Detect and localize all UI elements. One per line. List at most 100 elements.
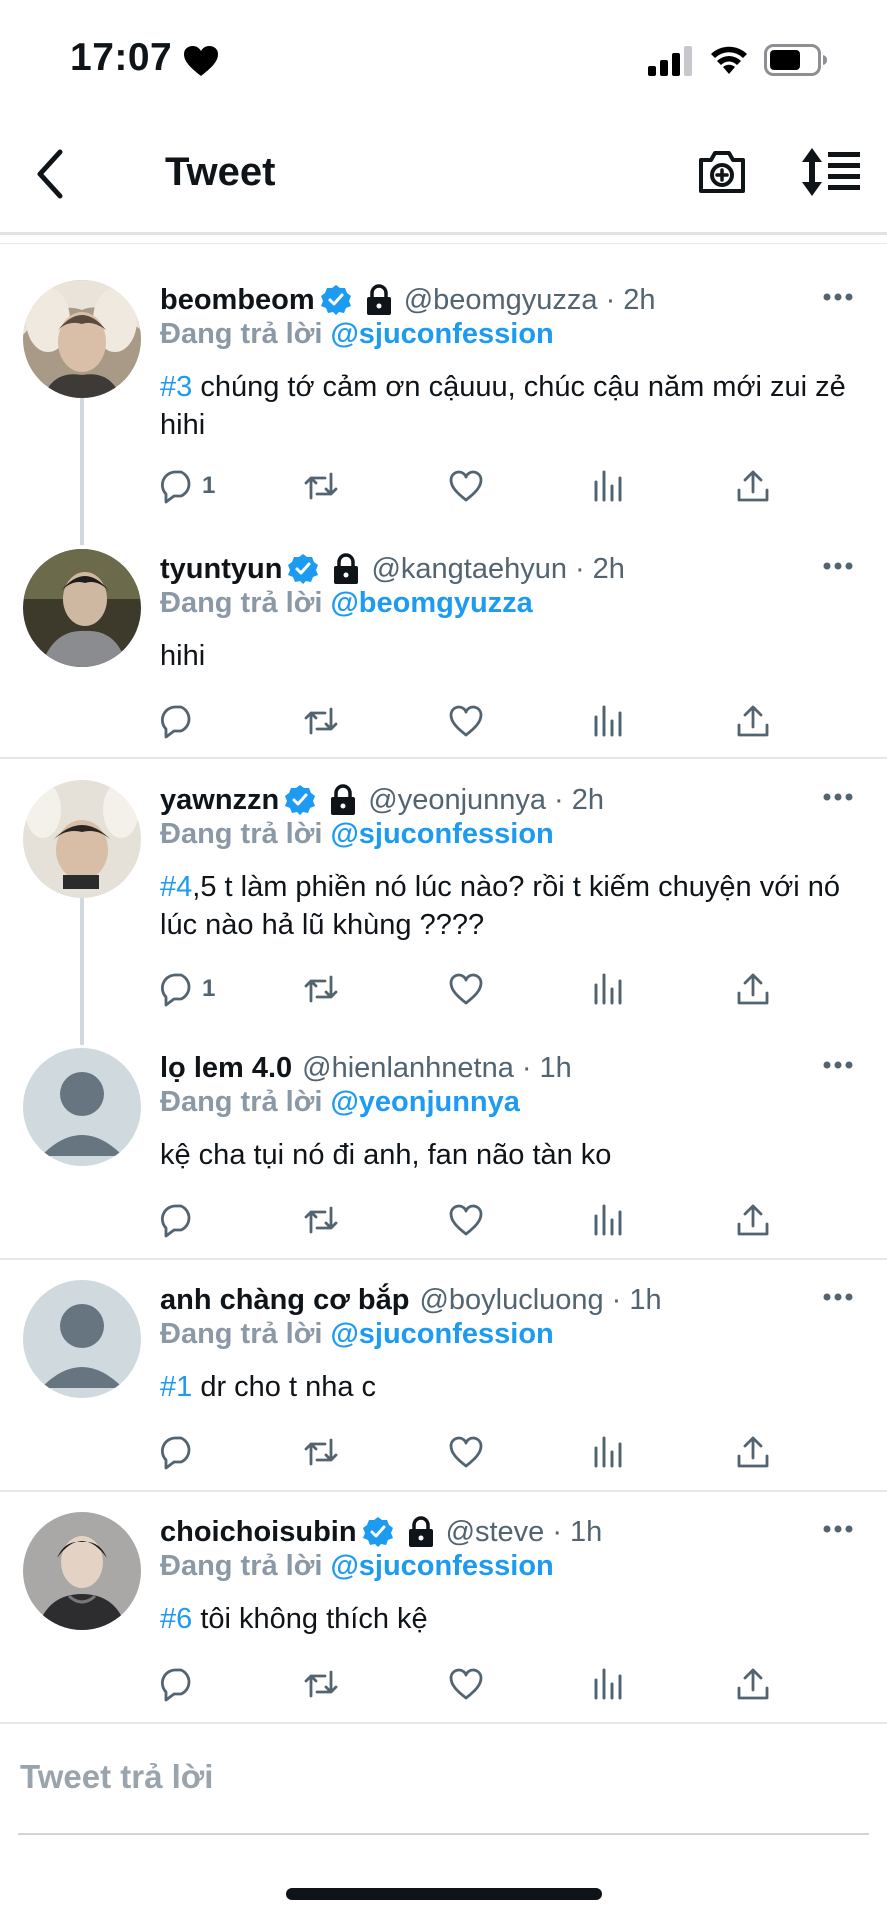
analytics-icon xyxy=(594,1668,622,1700)
display-name[interactable]: choichoisubin xyxy=(160,1516,357,1549)
like-icon xyxy=(449,705,483,737)
retweet-icon xyxy=(304,472,338,500)
tweet-header: lọ lem 4.0 @hienlanhnetna · 1h xyxy=(160,1051,572,1085)
display-name[interactable]: beombeom xyxy=(160,284,315,317)
more-options-icon[interactable] xyxy=(823,1060,853,1070)
sort-icon[interactable] xyxy=(800,146,862,198)
like-button[interactable] xyxy=(448,969,484,1009)
analytics-button[interactable] xyxy=(590,1432,626,1472)
camera-icon[interactable] xyxy=(696,146,748,198)
tweet-item[interactable]: choichoisubin @steve · 1h Đang trả lời @… xyxy=(0,1512,887,1722)
hashtag-link[interactable]: #6 xyxy=(160,1603,192,1635)
analytics-button[interactable] xyxy=(590,969,626,1009)
reply-button[interactable] xyxy=(160,1200,202,1240)
mention-link[interactable]: @sjuconfession xyxy=(330,818,553,850)
retweet-button[interactable] xyxy=(303,701,339,741)
like-button[interactable] xyxy=(448,466,484,506)
hashtag-link[interactable]: #3 xyxy=(160,371,192,403)
back-icon[interactable] xyxy=(30,144,74,204)
mention-link[interactable]: @sjuconfession xyxy=(330,318,553,350)
mention-link[interactable]: @yeonjunnya xyxy=(330,1086,519,1118)
share-button[interactable] xyxy=(735,1664,771,1704)
avatar[interactable] xyxy=(23,1048,141,1166)
avatar[interactable] xyxy=(23,549,141,667)
avatar[interactable] xyxy=(23,1512,141,1630)
analytics-button[interactable] xyxy=(590,466,626,506)
more-options-icon[interactable] xyxy=(823,1524,853,1534)
reply-button[interactable] xyxy=(160,1664,202,1704)
timestamp: 2h xyxy=(571,783,604,816)
verified-badge-icon xyxy=(288,554,319,584)
more-options-icon[interactable] xyxy=(823,561,853,571)
timestamp: 1h xyxy=(629,1283,662,1316)
timestamp: 1h xyxy=(570,1515,603,1548)
home-indicator[interactable] xyxy=(286,1888,602,1900)
share-icon xyxy=(737,1204,769,1236)
like-button[interactable] xyxy=(448,1664,484,1704)
analytics-button[interactable] xyxy=(590,1200,626,1240)
analytics-button[interactable] xyxy=(590,1664,626,1704)
retweet-button[interactable] xyxy=(303,466,339,506)
reply-button[interactable] xyxy=(160,701,202,741)
retweet-button[interactable] xyxy=(303,969,339,1009)
reply-icon xyxy=(161,973,191,1007)
analytics-icon xyxy=(594,1204,622,1236)
heart-icon xyxy=(184,46,218,76)
more-options-icon[interactable] xyxy=(823,292,853,302)
display-name[interactable]: yawnzzn xyxy=(160,784,279,817)
tweet-item[interactable]: yawnzzn @yeonjunnya · 2h Đang trả lời @s… xyxy=(0,780,887,1020)
share-icon xyxy=(737,470,769,502)
tweet-item[interactable]: anh chàng cơ bắp @boylucluong · 1h Đang … xyxy=(0,1280,887,1490)
avatar[interactable] xyxy=(23,780,141,898)
analytics-button[interactable] xyxy=(590,701,626,741)
reply-icon xyxy=(161,1204,191,1238)
reply-input[interactable]: Tweet trả lời xyxy=(20,1758,213,1796)
tweet-actions: 1 xyxy=(160,466,800,506)
reply-button[interactable] xyxy=(160,1432,202,1472)
tweet-header: tyuntyun @kangtaehyun · 2h xyxy=(160,552,625,586)
handle: @yeonjunnya xyxy=(368,783,547,816)
mention-link[interactable]: @sjuconfession xyxy=(330,1318,553,1350)
like-button[interactable] xyxy=(448,1432,484,1472)
battery-icon xyxy=(764,44,827,76)
analytics-icon xyxy=(594,705,622,737)
like-button[interactable] xyxy=(448,1200,484,1240)
timestamp: 1h xyxy=(539,1051,572,1084)
hashtag-link[interactable]: #1 xyxy=(160,1371,192,1403)
composer-underline xyxy=(18,1833,869,1835)
analytics-icon xyxy=(594,470,622,502)
like-button[interactable] xyxy=(448,701,484,741)
lock-icon xyxy=(331,784,356,815)
share-button[interactable] xyxy=(735,1432,771,1472)
handle: @beomgyuzza xyxy=(403,283,598,316)
retweet-button[interactable] xyxy=(303,1200,339,1240)
like-icon xyxy=(449,973,483,1005)
share-button[interactable] xyxy=(735,466,771,506)
more-options-icon[interactable] xyxy=(823,1292,853,1302)
header-divider-light xyxy=(0,243,887,244)
retweet-button[interactable] xyxy=(303,1432,339,1472)
retweet-icon xyxy=(304,1438,338,1466)
retweet-button[interactable] xyxy=(303,1664,339,1704)
avatar[interactable] xyxy=(23,280,141,398)
display-name[interactable]: tyuntyun xyxy=(160,553,282,586)
share-button[interactable] xyxy=(735,1200,771,1240)
hashtag-link[interactable]: #4 xyxy=(160,871,192,903)
retweet-icon xyxy=(304,975,338,1003)
display-name[interactable]: anh chàng cơ bắp xyxy=(160,1284,409,1317)
reply-button[interactable]: 1 xyxy=(160,969,215,1009)
share-button[interactable] xyxy=(735,969,771,1009)
tweet-header: anh chàng cơ bắp @boylucluong · 1h xyxy=(160,1283,662,1317)
tweet-item[interactable]: tyuntyun @kangtaehyun · 2h Đang trả lời … xyxy=(0,549,887,759)
share-button[interactable] xyxy=(735,701,771,741)
tweet-item[interactable]: beombeom @beomgyuzza · 2h Đang trả lời @… xyxy=(0,280,887,510)
mention-link[interactable]: @beomgyuzza xyxy=(330,587,532,619)
tweet-header: yawnzzn @yeonjunnya · 2h xyxy=(160,783,604,817)
display-name[interactable]: lọ lem 4.0 xyxy=(160,1052,292,1085)
reply-button[interactable]: 1 xyxy=(160,466,215,506)
mention-link[interactable]: @sjuconfession xyxy=(330,1550,553,1582)
more-options-icon[interactable] xyxy=(823,792,853,802)
tweet-item[interactable]: lọ lem 4.0 @hienlanhnetna · 1h Đang trả … xyxy=(0,1048,887,1258)
avatar[interactable] xyxy=(23,1280,141,1398)
handle: @boylucluong xyxy=(419,1283,604,1316)
